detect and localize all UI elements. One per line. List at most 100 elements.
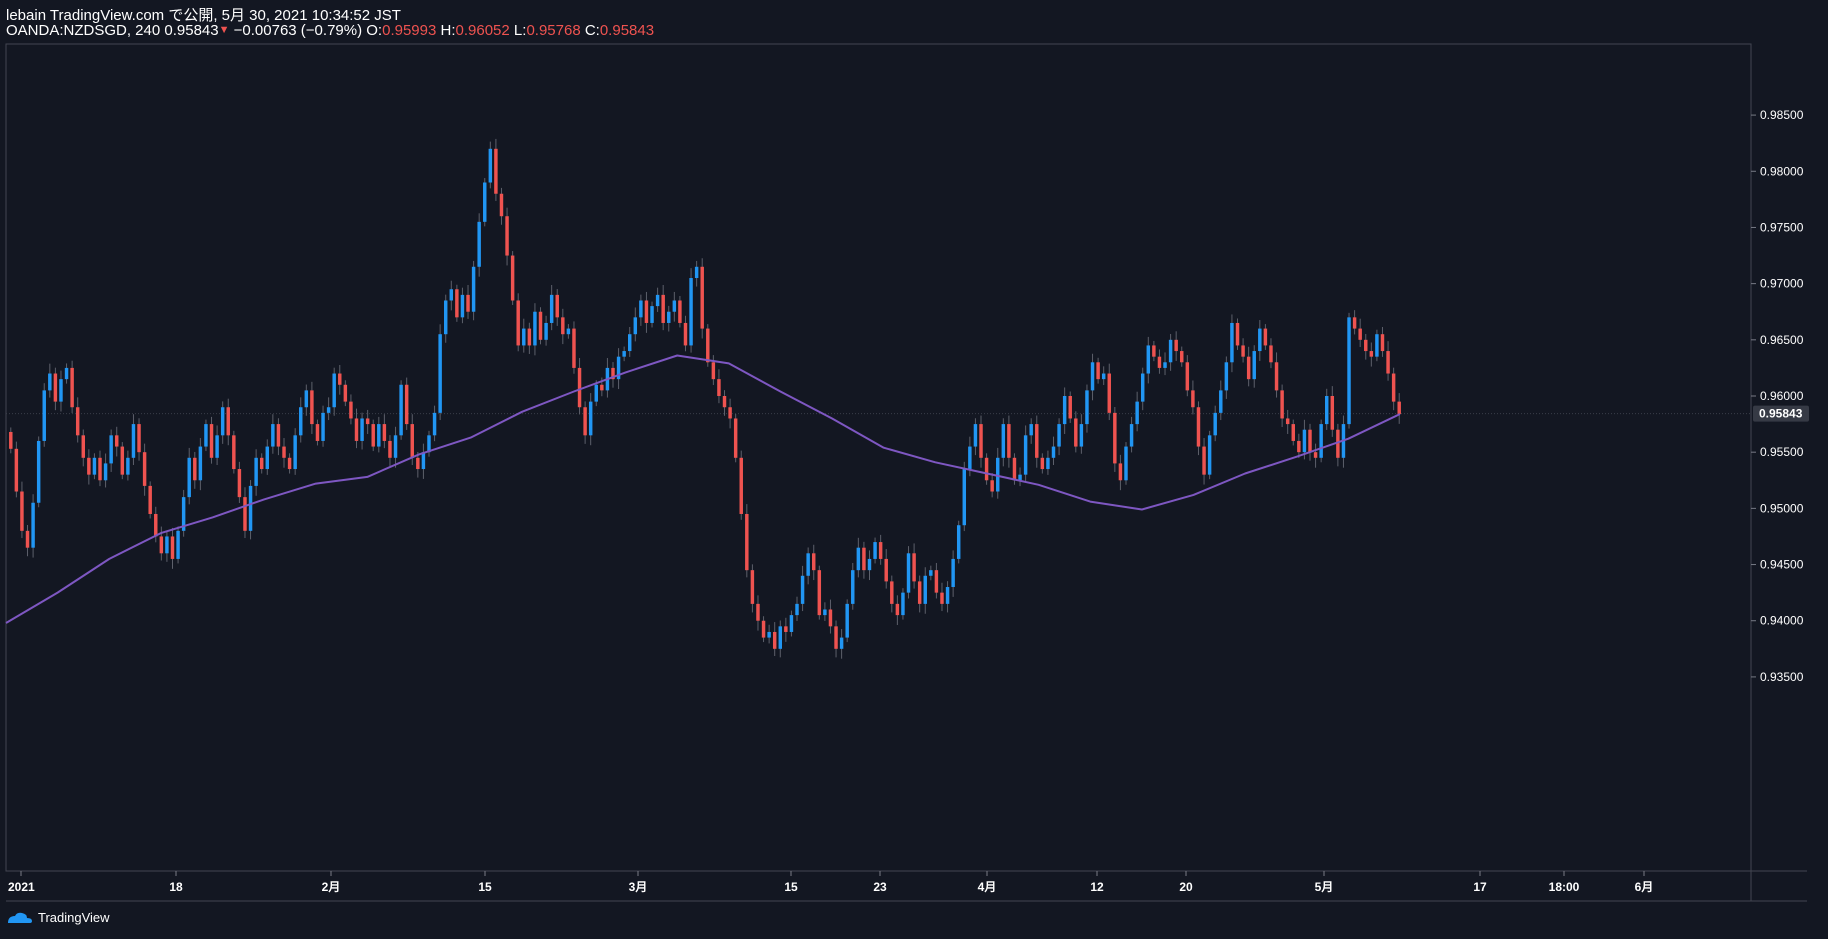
candle-body <box>1219 390 1223 413</box>
candle-body <box>934 570 939 593</box>
candle-body <box>594 384 598 402</box>
candle-body <box>661 294 665 323</box>
candle-body <box>198 446 203 481</box>
price-tick-label: 0.97500 <box>1760 220 1804 234</box>
candle-body <box>1347 317 1351 425</box>
candle-body <box>884 558 888 582</box>
price-tick-label: 0.94500 <box>1760 558 1804 572</box>
candle-body <box>711 362 716 380</box>
candle-body <box>1068 396 1072 419</box>
candle-body <box>237 469 242 498</box>
candle-body <box>53 373 58 402</box>
candle-body <box>1319 424 1323 458</box>
candle-body <box>706 328 710 363</box>
candle-body <box>170 536 175 559</box>
candle-body <box>287 457 292 470</box>
candle-body <box>1196 407 1201 447</box>
time-tick-label: 15 <box>784 880 798 894</box>
candle-body <box>1035 424 1039 458</box>
price-axis[interactable]: 0.98500 0.98000 0.97500 0.97000 0.96500 0.960… <box>1751 108 1809 684</box>
candle-body <box>304 390 309 408</box>
candle-body <box>126 457 130 475</box>
candle-body <box>354 418 359 441</box>
candle-body <box>259 457 264 470</box>
candle-body <box>271 424 275 447</box>
candle-body <box>1118 463 1123 481</box>
candle-body <box>81 435 86 458</box>
time-axis[interactable]: 2021 18 2月 15 3月 15 23 4月 12 20 5月 17 18:00 6月 <box>8 871 1653 894</box>
candle-body <box>1269 345 1273 363</box>
candle-body <box>1230 322 1234 363</box>
candle-body <box>549 294 554 323</box>
time-tick-label: 2021 <box>8 880 35 894</box>
candle-body <box>42 390 46 441</box>
candle-body <box>254 457 258 486</box>
candle-body <box>332 373 336 408</box>
candle-body <box>460 294 465 318</box>
candle-body <box>455 289 459 318</box>
candle-body <box>962 469 967 526</box>
footer-branding[interactable]: TradingView <box>6 910 110 925</box>
candle-body <box>761 620 766 638</box>
candle-body <box>371 424 375 447</box>
candle-body <box>778 626 783 649</box>
candle-body <box>142 452 147 486</box>
candle-body <box>466 294 470 312</box>
tradingview-logo-icon <box>8 912 32 923</box>
candle-body <box>851 570 855 604</box>
candle-body <box>555 294 559 318</box>
candle-body <box>64 367 69 380</box>
candle-body <box>812 553 816 571</box>
candle-body <box>120 446 125 475</box>
time-tick-label: 5月 <box>1315 880 1334 894</box>
candle-body <box>767 631 771 638</box>
candle-body <box>36 440 41 503</box>
candle-body <box>377 424 381 447</box>
candle-body <box>1029 424 1033 436</box>
candle-body <box>1235 322 1240 346</box>
price-chart[interactable]: 0.98500 0.98000 0.97500 0.97000 0.96500 0.960… <box>0 0 1828 939</box>
candle-body <box>176 530 180 559</box>
candle-body <box>627 334 632 352</box>
candle-body <box>728 407 732 419</box>
time-tick-label: 18 <box>169 880 183 894</box>
candle-body <box>1168 339 1173 363</box>
candle-body <box>1386 351 1390 374</box>
candle-body <box>588 401 593 436</box>
candle-body <box>115 435 119 447</box>
candle-body <box>103 463 108 481</box>
candle-body <box>1358 328 1362 340</box>
price-tick-label: 0.98500 <box>1760 108 1804 122</box>
candle-body <box>1285 418 1290 425</box>
candle-body <box>1185 362 1190 391</box>
candle-body <box>1202 446 1206 475</box>
candle-body <box>1180 351 1184 363</box>
candles-layer[interactable] <box>9 138 1401 659</box>
candle-body <box>326 407 331 413</box>
candle-body <box>48 373 52 391</box>
moving-average-overlay <box>5 354 1401 624</box>
candle-body <box>1152 345 1156 357</box>
candle-body <box>856 547 861 571</box>
candle-body <box>243 497 247 531</box>
candle-body <box>1007 424 1011 458</box>
candle-body <box>9 431 13 449</box>
candle-body <box>109 435 113 464</box>
candle-body <box>633 317 638 335</box>
candle-body <box>733 418 738 458</box>
candle-body <box>1246 356 1251 380</box>
price-tick-label: 0.94000 <box>1760 614 1804 628</box>
candle-body <box>1012 457 1017 481</box>
candle-body <box>483 182 487 222</box>
candle-body <box>583 407 587 436</box>
candle-body <box>1062 396 1067 425</box>
candle-body <box>1291 424 1295 441</box>
time-tick-label: 20 <box>1179 880 1193 894</box>
candle-body <box>672 300 677 312</box>
candle-body <box>438 334 442 413</box>
candle-body <box>917 581 922 604</box>
candle-body <box>1096 362 1100 380</box>
candle-body <box>1157 356 1162 368</box>
candle-body <box>165 536 169 554</box>
candle-body <box>1375 334 1379 357</box>
